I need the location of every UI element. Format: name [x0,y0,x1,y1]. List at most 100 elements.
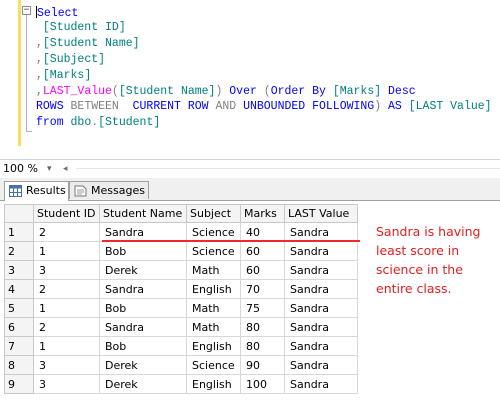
row-number[interactable]: 7 [4,336,34,356]
table-row[interactable]: 9 3 Derek English 100 Sandra [4,374,358,394]
cell-last-value[interactable]: Sandra [284,298,358,318]
cell-subject[interactable]: English [186,336,241,356]
cell-subject[interactable]: Science [186,222,241,242]
cell-student-name[interactable]: Sandra [99,317,187,337]
messages-icon [74,185,87,197]
cell-last-value[interactable]: Sandra [284,279,358,299]
table-row[interactable]: 7 1 Bob English 80 Sandra [4,336,358,356]
cell-marks[interactable]: 80 [240,317,285,337]
row-number[interactable]: 6 [4,317,34,337]
code-token: , [36,69,43,82]
cell-subject[interactable]: Science [186,355,241,375]
zoom-bar: 100 % ▾ ◂ [0,159,500,178]
code-line[interactable]: [Student ID] [36,21,126,34]
code-line[interactable]: ,LAST_Value([Student Name]) Over (Order … [36,85,416,98]
cell-subject[interactable]: Math [186,260,241,280]
tab-results[interactable]: Results [4,181,69,201]
row-number[interactable]: 3 [4,260,34,280]
header-marks[interactable]: Marks [240,204,285,223]
cell-student-id[interactable]: 3 [33,374,100,394]
cell-student-id[interactable]: 2 [33,317,100,337]
cell-student-id[interactable]: 3 [33,355,100,375]
cell-student-name[interactable]: Bob [99,241,187,261]
cell-last-value[interactable]: Sandra [284,374,358,394]
row-number[interactable]: 5 [4,298,34,318]
zoom-level[interactable]: 100 % [3,160,38,178]
table-row[interactable]: 4 2 Sandra English 70 Sandra [4,279,358,299]
cell-last-value[interactable]: Sandra [284,317,358,337]
row-number[interactable]: 9 [4,374,34,394]
cell-marks[interactable]: 80 [240,336,285,356]
outline-line [26,15,27,131]
cell-last-value[interactable]: Sandra [284,222,358,242]
cell-student-name[interactable]: Derek [99,260,187,280]
header-last-value[interactable]: LAST Value [284,204,358,223]
horizontal-scrollbar[interactable] [76,168,500,169]
code-token: dbo [70,116,92,129]
cell-student-name[interactable]: Bob [99,298,187,318]
cell-last-value[interactable]: Sandra [284,260,358,280]
cell-subject[interactable]: Math [186,298,241,318]
row-number[interactable]: 8 [4,355,34,375]
cell-student-name[interactable]: Bob [99,336,187,356]
zoom-dropdown-icon[interactable]: ▾ [47,160,52,178]
code-line[interactable]: ,[Marks] [36,69,91,82]
code-token: [Marks] [42,69,92,82]
row-number[interactable]: 4 [4,279,34,299]
cell-subject[interactable]: Math [186,317,241,337]
cell-marks[interactable]: 60 [240,260,285,280]
collapse-toggle-icon[interactable]: − [22,6,31,15]
header-row: Student ID Student Name Subject Marks LA… [4,204,358,223]
code-token: Desc [381,85,416,98]
cell-marks[interactable]: 60 [240,241,285,261]
code-token: [Subject] [42,53,106,66]
cell-student-name[interactable]: Derek [99,374,187,394]
code-token: , [36,85,43,98]
cell-student-id[interactable]: 1 [33,336,100,356]
cell-subject[interactable]: English [186,279,241,299]
cell-student-name[interactable]: Sandra [99,279,187,299]
header-student-id[interactable]: Student ID [33,204,100,223]
cell-student-id[interactable]: 2 [33,222,100,242]
cell-last-value[interactable]: Sandra [284,336,358,356]
code-line[interactable]: Select [36,6,78,20]
cell-subject[interactable]: Science [186,241,241,261]
cell-marks[interactable]: 75 [240,298,285,318]
cell-student-name[interactable]: Derek [99,355,187,375]
table-row[interactable]: 1 2 Sandra Science 40 Sandra [4,222,358,242]
cell-last-value[interactable]: Sandra [284,355,358,375]
header-student-name[interactable]: Student Name [99,204,187,223]
table-row[interactable]: 8 3 Derek Science 90 Sandra [4,355,358,375]
scroll-left-icon[interactable]: ◂ [63,160,68,178]
cell-student-name[interactable]: Sandra [99,222,187,242]
cell-student-id[interactable]: 1 [33,298,100,318]
row-number[interactable]: 2 [4,241,34,261]
cell-student-id[interactable]: 2 [33,279,100,299]
cell-marks[interactable]: 100 [240,374,285,394]
header-corner[interactable] [4,204,34,223]
code-line[interactable]: from dbo.[Student] [36,116,160,129]
code-line[interactable]: ,[Subject] [36,53,105,66]
code-line[interactable]: ROWS BETWEEN CURRENT ROW AND UNBOUNDED F… [36,100,492,113]
table-row[interactable]: 2 1 Bob Science 60 Sandra [4,241,358,261]
code-token: [Student ID] [36,21,126,34]
table-row[interactable]: 5 1 Bob Math 75 Sandra [4,298,358,318]
cell-marks[interactable]: 90 [240,355,285,375]
table-row[interactable]: 3 3 Derek Math 60 Sandra [4,260,358,280]
cell-student-id[interactable]: 1 [33,241,100,261]
code-line[interactable]: ,[Student Name] [36,37,140,50]
row-number[interactable]: 1 [4,222,34,242]
cell-last-value[interactable]: Sandra [284,241,358,261]
header-subject[interactable]: Subject [186,204,241,223]
sql-editor[interactable]: − Select [Student ID] ,[Student Name] ,[Su… [0,0,500,158]
code-token: Select [37,7,79,20]
code-token: , [36,37,43,50]
cell-subject[interactable]: English [186,374,241,394]
table-row[interactable]: 6 2 Sandra Math 80 Sandra [4,317,358,337]
cell-marks[interactable]: 70 [240,279,285,299]
code-token: [LAST Value] [408,100,492,113]
code-token: AS [388,100,409,113]
cell-marks[interactable]: 40 [240,222,285,242]
cell-student-id[interactable]: 3 [33,260,100,280]
tab-messages[interactable]: Messages [69,181,149,199]
